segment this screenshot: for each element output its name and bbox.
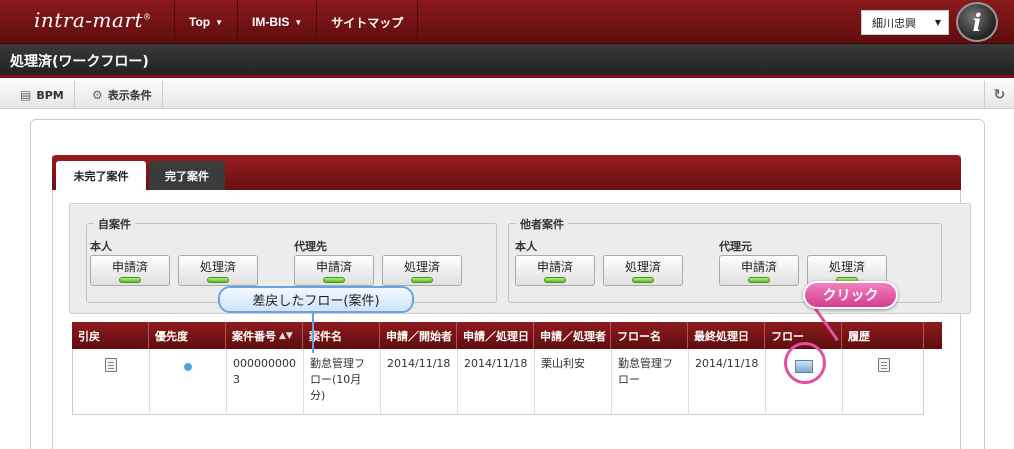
callout-pointer [312,313,314,353]
priority-cell [150,349,227,415]
column-header-flow-name[interactable]: フロー名 [611,322,688,349]
own-cases-legend: 自案件 [94,216,135,232]
case-name-cell: 勤怠管理フロー(10月分) [304,349,381,415]
status-led-icon [119,277,141,283]
withdraw-cell [73,349,150,415]
status-led-icon [207,277,229,283]
history-cell [843,349,925,415]
own-self-processed-button[interactable]: 処理済 [178,255,258,286]
status-led-icon [632,277,654,283]
global-nav: Top ▼ IM-BIS ▼ サイトマップ [174,0,419,44]
status-led-icon [323,277,345,283]
group-label-proxy-from: 代理元 [719,240,752,253]
tab-incomplete[interactable]: 未完了案件 [56,161,146,190]
others-proxy-applied-button[interactable]: 申請済 [719,255,799,286]
column-header-case-name[interactable]: 案件名 [303,322,380,349]
annotation-callout: 差戻したフロー(案件) [218,286,414,313]
nav-top[interactable]: Top ▼ [175,0,239,44]
flow-name-cell: 勤怠管理フロー [612,349,689,415]
column-header-priority[interactable]: 優先度 [149,322,226,349]
display-conditions-label: 表示条件 [107,89,152,102]
tab-bar: 未完了案件 完了案件 [52,155,961,190]
priority-dot-icon [184,363,192,371]
title-bar: 処理済(ワークフロー) [0,44,1014,78]
display-conditions-button[interactable]: ⚙ 表示条件 [82,81,163,109]
processor-cell: 栗山利安 [535,349,612,415]
chevron-down-icon: ▼ [294,17,303,27]
case-number-cell: 0000000003 [227,349,304,415]
column-header-withdraw[interactable]: 引戻 [72,322,149,349]
own-proxy-processed-button[interactable]: 処理済 [382,255,462,286]
column-header-history[interactable]: 履歴 [842,322,924,349]
column-header-applicant[interactable]: 申請／開始者 [380,322,457,349]
top-bar: intra-mart® Top ▼ IM-BIS ▼ サイトマップ 細川忠興 ▼ i [0,0,1014,44]
column-header-processor[interactable]: 申請／処理者 [534,322,611,349]
bpm-button[interactable]: ▤ BPM [10,81,75,109]
column-header-case-number[interactable]: 案件番号 ▲▼ [226,322,303,349]
sort-icon[interactable]: ▲▼ [279,331,293,341]
gear-icon: ⚙ [92,88,103,102]
status-led-icon [748,277,770,283]
others-cases-legend: 他者案件 [516,216,568,232]
tab-complete[interactable]: 完了案件 [149,161,225,190]
withdraw-icon[interactable] [105,358,117,372]
status-led-icon [544,277,566,283]
own-proxy-applied-button[interactable]: 申請済 [294,255,374,286]
last-date-cell: 2014/11/18 [689,349,766,415]
user-name: 細川忠興 [872,16,916,30]
status-led-icon [411,277,433,283]
user-menu-dropdown[interactable]: 細川忠興 ▼ [861,10,949,35]
group-label-self: 本人 [515,240,537,253]
column-header-last-date[interactable]: 最終処理日 [688,322,765,349]
group-label-proxy-to: 代理先 [294,240,327,253]
group-label-self: 本人 [90,240,112,253]
avatar[interactable]: i [956,2,998,42]
nav-sitemap[interactable]: サイトマップ [317,0,419,44]
chevron-down-icon: ▼ [215,17,224,27]
click-annotation: クリック [803,281,898,309]
column-header-process-date[interactable]: 申請／処理日 [457,322,534,349]
nav-im-bis[interactable]: IM-BIS ▼ [238,0,318,44]
history-icon[interactable] [878,358,890,372]
apply-date-cell: 2014/11/18 [381,349,458,415]
click-highlight-ring [784,342,826,384]
list-icon: ▤ [20,88,32,102]
intra-mart-logo[interactable]: intra-mart® [34,8,152,32]
bpm-label: BPM [36,88,64,102]
toolbar: ▤ BPM ⚙ 表示条件 ↻ [0,81,1014,109]
chevron-down-icon: ▼ [934,18,941,27]
refresh-icon[interactable]: ↻ [984,81,1014,109]
others-self-applied-button[interactable]: 申請済 [515,255,595,286]
own-self-applied-button[interactable]: 申請済 [90,255,170,286]
others-self-processed-button[interactable]: 処理済 [603,255,683,286]
page-title: 処理済(ワークフロー) [10,54,149,70]
process-date-cell: 2014/11/18 [458,349,535,415]
